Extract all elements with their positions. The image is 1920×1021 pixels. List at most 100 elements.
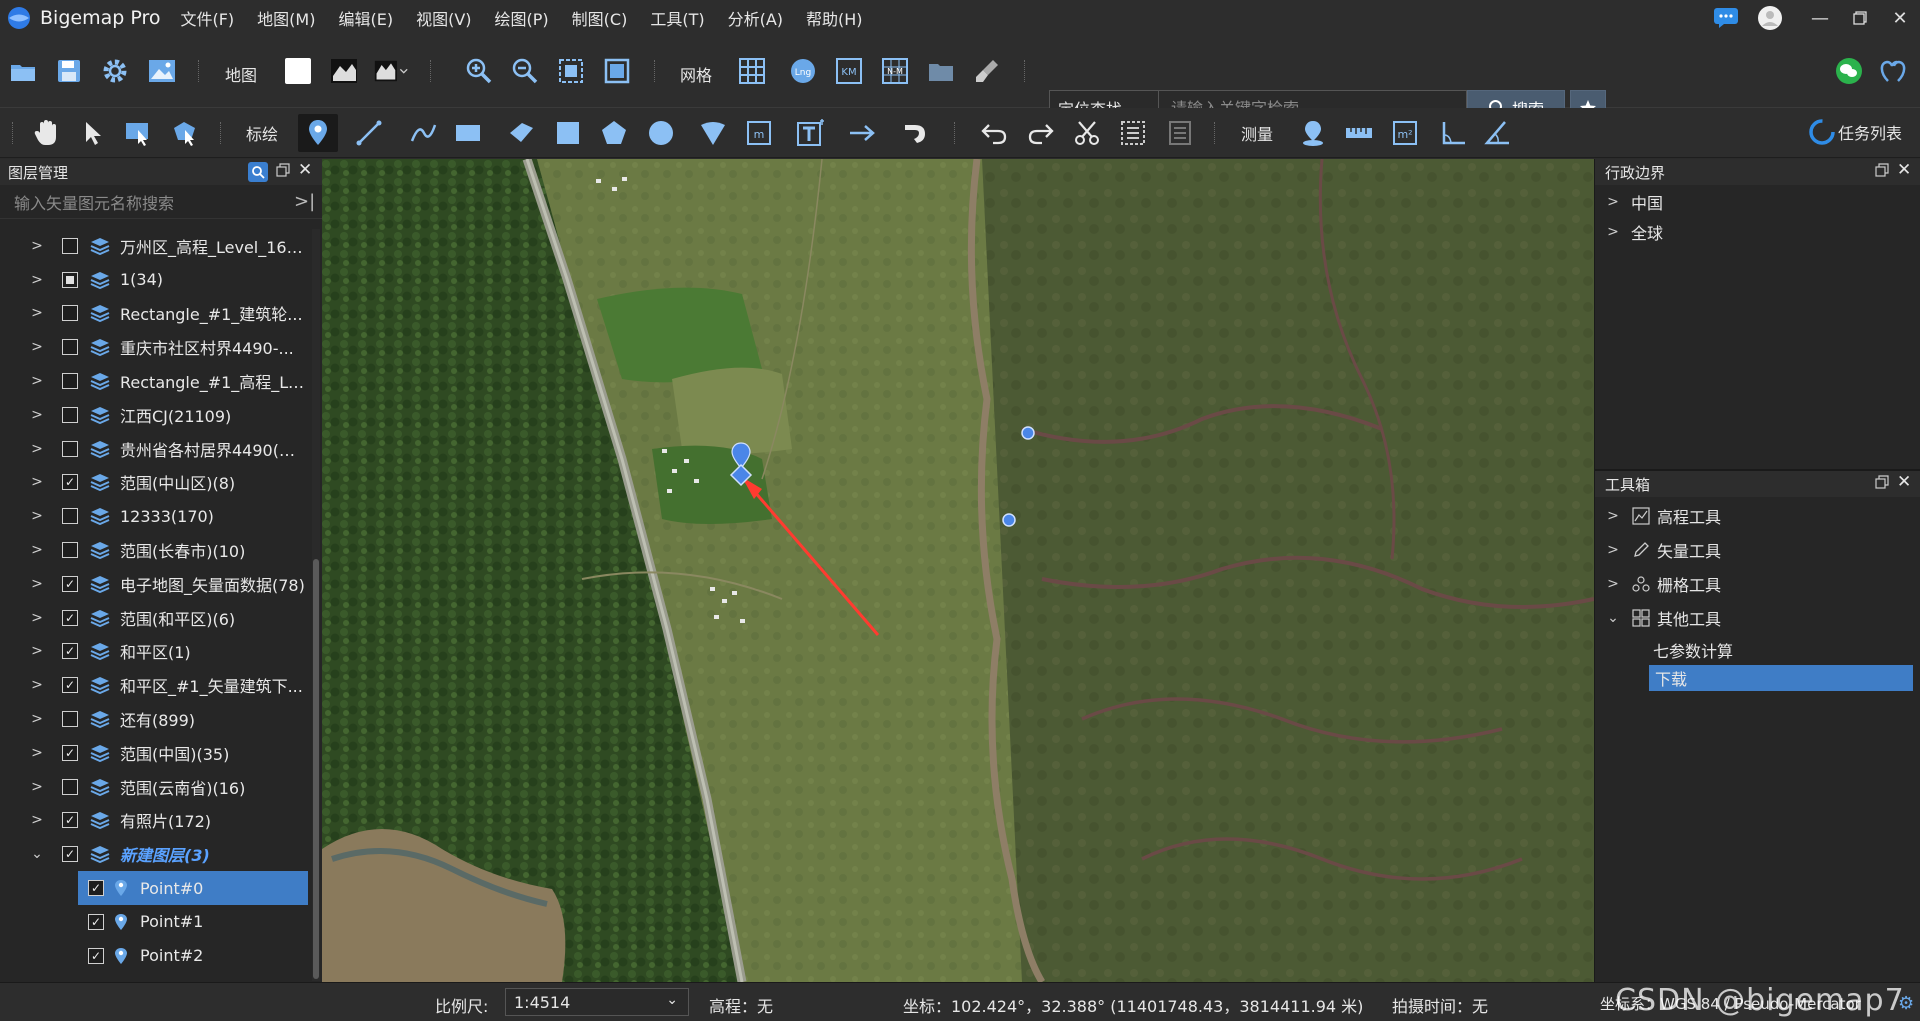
settings-gear-icon[interactable]: ⚙ [1898, 993, 1914, 1014]
layer-checkbox[interactable] [62, 406, 78, 423]
chevron-down-icon[interactable]: ⌄ [1605, 610, 1621, 626]
draw-freehand-icon[interactable] [504, 116, 538, 150]
nm-grid-icon[interactable]: N-M [878, 54, 912, 88]
layer-checkbox[interactable]: ✓ [62, 575, 78, 592]
float-panel-icon[interactable] [276, 163, 290, 181]
point-checkbox[interactable]: ✓ [88, 880, 104, 897]
pan-hand-icon[interactable] [29, 116, 63, 150]
save-icon[interactable] [52, 54, 86, 88]
point-2-marker[interactable] [1001, 512, 1017, 528]
layer-row[interactable]: > ✓ 有照片(172) [0, 804, 312, 838]
draw-square-icon[interactable] [551, 116, 585, 150]
grid-icon[interactable] [735, 54, 769, 88]
lnglat-grid-icon[interactable]: Lng [786, 54, 820, 88]
minimize-button[interactable]: — [1800, 0, 1840, 36]
close-panel-icon[interactable]: ✕ [1897, 472, 1911, 492]
menu-cartography[interactable]: 制图(C) [572, 6, 628, 30]
layer-row[interactable]: >12333(170) [0, 499, 312, 533]
float-panel-icon[interactable] [1875, 475, 1889, 493]
layer-row[interactable]: > ✓ 和平区(1) [0, 635, 312, 669]
layer-row[interactable]: > 万州区_高程_Level_16_... [0, 229, 312, 263]
chevron-right-icon[interactable]: > [28, 677, 46, 693]
draw-line-icon[interactable] [352, 116, 386, 150]
draw-sector-icon[interactable] [696, 116, 730, 150]
scale-select[interactable]: 1:4514 ⌄ [505, 988, 689, 1016]
satellite-map-icon[interactable] [327, 54, 361, 88]
chevron-right-icon[interactable]: > [1605, 542, 1621, 558]
list-icon[interactable] [1163, 116, 1197, 150]
measure-area-icon[interactable]: m² [1388, 116, 1422, 150]
layer-row[interactable]: >1(34) [0, 263, 312, 297]
point-checkbox[interactable]: ✓ [88, 947, 104, 964]
layer-checkbox[interactable] [62, 542, 78, 559]
menu-analysis[interactable]: 分析(A) [728, 6, 783, 30]
layer-group-row[interactable]: ⌄ ✓ 新建图层(3) [0, 837, 312, 871]
measure-distance-icon[interactable] [1342, 116, 1376, 150]
draw-curve-icon[interactable] [406, 116, 440, 150]
point-checkbox[interactable]: ✓ [88, 913, 104, 930]
point-row[interactable]: ✓ Point#2 [78, 939, 308, 973]
tool-download[interactable]: 下载 [1649, 665, 1913, 691]
layer-checkbox[interactable] [62, 237, 78, 254]
close-panel-icon[interactable]: ✕ [1897, 160, 1911, 180]
layer-scrollbar[interactable] [312, 229, 320, 981]
chevron-right-icon[interactable]: > [28, 542, 46, 558]
layer-checkbox[interactable]: ✓ [62, 677, 78, 694]
blank-map-icon[interactable] [281, 54, 315, 88]
folder-grid-icon[interactable] [924, 54, 958, 88]
layer-row[interactable]: > Rectangle_#1_高程_Le... [0, 364, 312, 398]
heart-share-icon[interactable] [1876, 54, 1910, 88]
undo-icon[interactable] [977, 116, 1011, 150]
float-panel-icon[interactable] [1875, 163, 1889, 181]
chevron-right-icon[interactable]: > [28, 339, 46, 355]
menu-map[interactable]: 地图(M) [257, 6, 315, 30]
toolbox-vector-tools[interactable]: > 矢量工具 [1595, 535, 1920, 565]
chevron-right-icon[interactable]: > [28, 407, 46, 423]
measure-azimuth-icon[interactable] [1480, 116, 1514, 150]
collapse-arrow-icon[interactable]: >| [294, 191, 315, 212]
draw-pentagon-icon[interactable] [597, 116, 631, 150]
draw-rectangle-icon[interactable] [452, 116, 486, 150]
chevron-right-icon[interactable]: > [1605, 576, 1621, 592]
chevron-down-icon[interactable]: ⌄ [28, 846, 46, 862]
layer-row[interactable]: > ✓ 范围(中山区)(8) [0, 466, 312, 500]
layer-row[interactable]: > 重庆市社区村界4490-... [0, 330, 312, 364]
layer-checkbox[interactable] [62, 711, 78, 728]
restore-button[interactable] [1840, 0, 1880, 36]
layer-row[interactable]: > Rectangle_#1_建筑轮... [0, 297, 312, 331]
layer-checkbox[interactable] [62, 373, 78, 390]
layer-checkbox[interactable] [62, 440, 78, 457]
tool-seven-param[interactable]: 七参数计算 [1595, 635, 1920, 665]
menu-draw[interactable]: 绘图(P) [495, 6, 549, 30]
draw-text-icon[interactable] [794, 116, 828, 150]
layer-row[interactable]: > 江西CJ(21109) [0, 398, 312, 432]
toolbox-other-tools[interactable]: ⌄ 其他工具 [1595, 603, 1920, 633]
image-export-icon[interactable] [145, 54, 179, 88]
layer-checkbox[interactable] [62, 271, 78, 288]
chevron-right-icon[interactable]: > [28, 610, 46, 626]
layer-checkbox[interactable]: ✓ [62, 609, 78, 626]
layer-checkbox[interactable]: ✓ [62, 643, 78, 660]
chevron-right-icon[interactable]: > [1605, 194, 1621, 210]
attribute-table-icon[interactable] [1116, 116, 1150, 150]
map-canvas[interactable] [322, 159, 1594, 982]
zoom-in-icon[interactable] [462, 54, 496, 88]
zoom-out-icon[interactable] [508, 54, 542, 88]
close-panel-icon[interactable]: ✕ [298, 160, 312, 180]
layer-row[interactable]: > ✓ 范围(中国)(35) [0, 736, 312, 770]
chevron-right-icon[interactable]: > [1605, 508, 1621, 524]
toolbox-raster-tools[interactable]: > 栅格工具 [1595, 569, 1920, 599]
layer-row[interactable]: > 范围(云南省)(16) [0, 770, 312, 804]
chevron-right-icon[interactable]: > [28, 305, 46, 321]
point-1-marker[interactable] [1020, 425, 1036, 441]
measure-point-icon[interactable] [1296, 116, 1330, 150]
cut-scissors-icon[interactable] [1070, 116, 1104, 150]
chevron-right-icon[interactable]: > [28, 373, 46, 389]
chevron-right-icon[interactable]: > [28, 812, 46, 828]
draw-circle-icon[interactable] [644, 116, 678, 150]
message-icon[interactable] [1706, 0, 1746, 36]
layer-row[interactable]: > ✓ 和平区_#1_矢量建筑下... [0, 668, 312, 702]
layer-row[interactable]: > 范围(长春市)(10) [0, 533, 312, 567]
point-row[interactable]: ✓ Point#1 [78, 905, 308, 939]
menu-file[interactable]: 文件(F) [180, 6, 234, 30]
